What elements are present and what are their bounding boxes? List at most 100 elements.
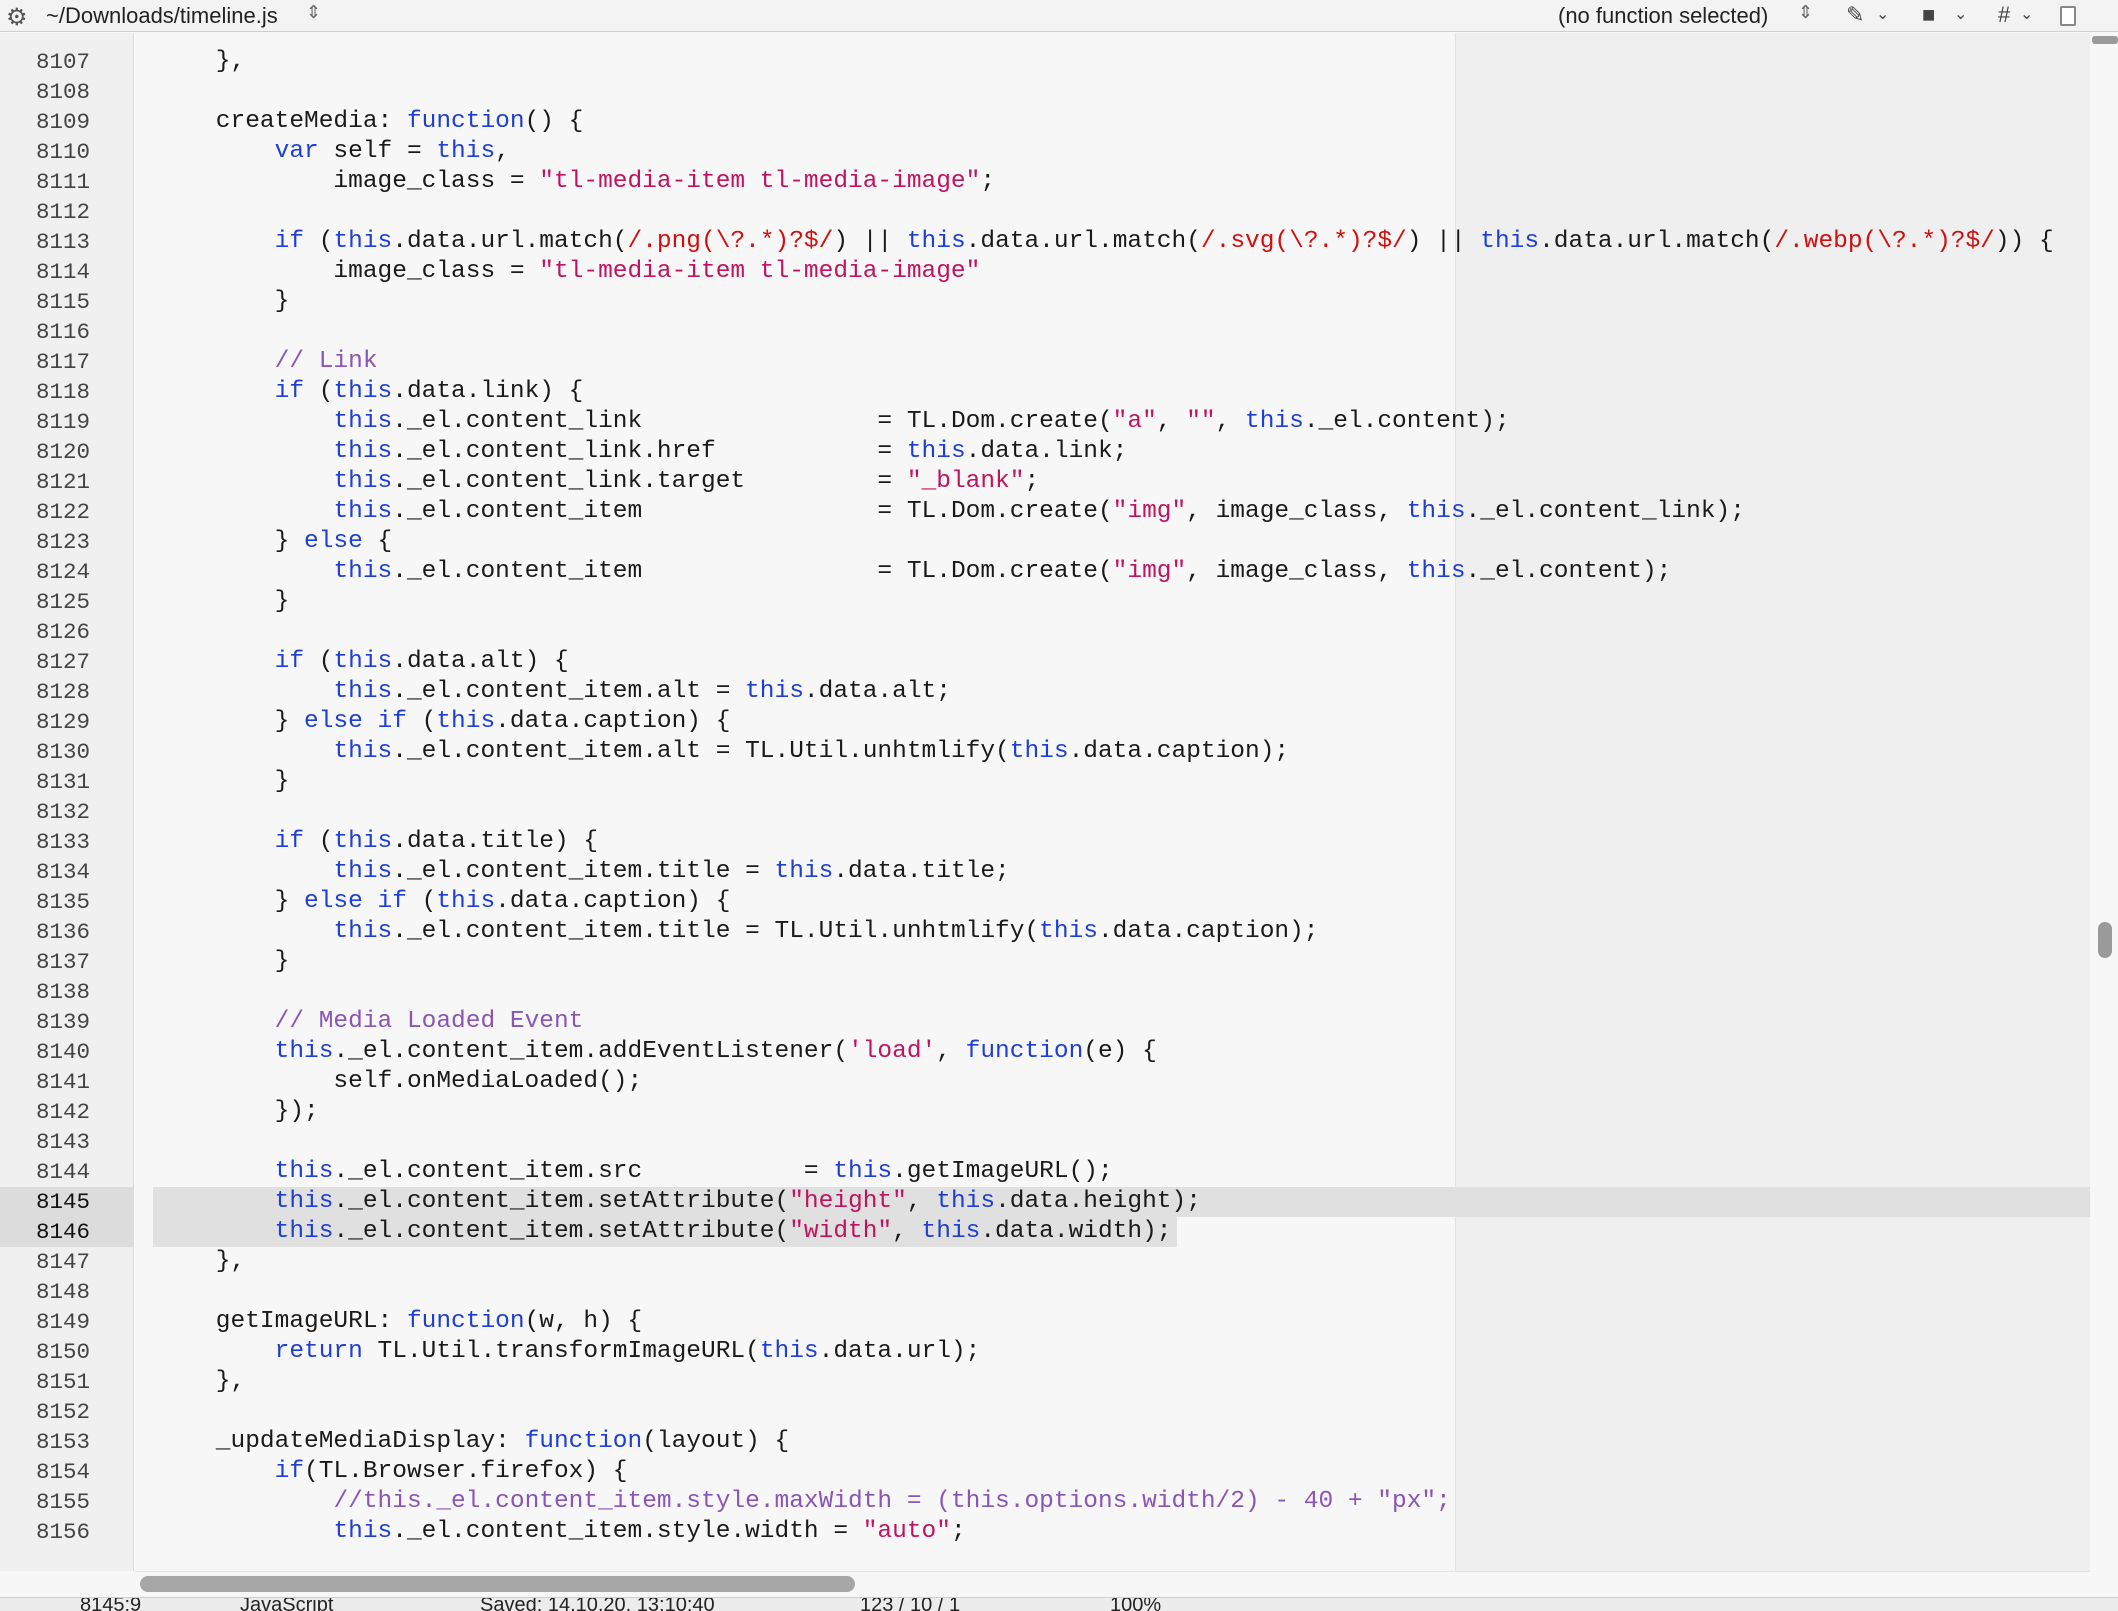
file-path-menu[interactable]: ~/Downloads/timeline.js — [46, 3, 278, 29]
line-number[interactable]: 8122 — [0, 497, 90, 527]
line-number[interactable]: 8119 — [0, 407, 90, 437]
line-number[interactable]: 8107 — [0, 47, 90, 77]
code-line[interactable]: // Media Loaded Event — [157, 1007, 584, 1037]
line-number[interactable]: 8141 — [0, 1067, 90, 1097]
code-line[interactable]: this._el.content_item.title = this.data.… — [157, 857, 1009, 887]
code-line[interactable]: this._el.content_item.alt = TL.Util.unht… — [157, 737, 1289, 767]
code-line[interactable]: } — [157, 947, 290, 977]
line-number[interactable]: 8124 — [0, 557, 90, 587]
line-number[interactable]: 8137 — [0, 947, 90, 977]
line-number[interactable]: 8125 — [0, 587, 90, 617]
line-number[interactable]: 8126 — [0, 617, 90, 647]
line-number[interactable]: 8156 — [0, 1517, 90, 1547]
line-number[interactable]: 8132 — [0, 797, 90, 827]
line-number[interactable]: 8135 — [0, 887, 90, 917]
line-number[interactable]: 8154 — [0, 1457, 90, 1487]
code-line[interactable]: var self = this, — [157, 137, 510, 167]
language-menu[interactable]: JavaScript — [240, 1598, 333, 1611]
line-number[interactable]: 8150 — [0, 1337, 90, 1367]
line-number[interactable]: 8116 — [0, 317, 90, 347]
line-number[interactable]: 8114 — [0, 257, 90, 287]
code-line[interactable]: }); — [157, 1097, 319, 1127]
vertical-scrollbar[interactable] — [2090, 33, 2118, 1571]
line-number[interactable]: 8134 — [0, 857, 90, 887]
code-line[interactable]: if (this.data.link) { — [157, 377, 584, 407]
line-number[interactable]: 8149 — [0, 1307, 90, 1337]
line-number[interactable]: 8110 — [0, 137, 90, 167]
code-line[interactable]: this._el.content_item = TL.Dom.create("i… — [157, 497, 1744, 527]
line-number[interactable]: 8127 — [0, 647, 90, 677]
line-number[interactable]: 8140 — [0, 1037, 90, 1067]
line-number[interactable]: 8153 — [0, 1427, 90, 1457]
code-line[interactable]: this._el.content_link = TL.Dom.create("a… — [157, 407, 1509, 437]
line-number[interactable]: 8142 — [0, 1097, 90, 1127]
line-number[interactable]: 8123 — [0, 527, 90, 557]
chevron-down-icon[interactable]: ⌄ — [1954, 4, 1967, 24]
code-line[interactable]: _updateMediaDisplay: function(layout) { — [157, 1427, 789, 1457]
code-line[interactable]: this._el.content_item.src = this.getImag… — [157, 1157, 1113, 1187]
code-line[interactable]: return TL.Util.transformImageURL(this.da… — [157, 1337, 981, 1367]
code-line[interactable]: } else { — [157, 527, 393, 557]
updown-arrows-icon[interactable]: ⇕ — [306, 2, 321, 23]
code-line[interactable]: this._el.content_item.alt = this.data.al… — [157, 677, 951, 707]
code-line[interactable]: this._el.content_item.setAttribute("heig… — [157, 1187, 1201, 1217]
chevron-down-icon[interactable]: ⌄ — [1876, 4, 1889, 24]
line-number[interactable]: 8139 — [0, 1007, 90, 1037]
line-number[interactable]: 8145 — [0, 1187, 90, 1217]
gear-icon[interactable]: ⚙ — [6, 3, 28, 32]
line-number[interactable]: 8143 — [0, 1127, 90, 1157]
code-line[interactable]: image_class = "tl-media-item tl-media-im… — [157, 167, 995, 197]
code-line[interactable]: createMedia: function() { — [157, 107, 584, 137]
code-line[interactable]: if(TL.Browser.firefox) { — [157, 1457, 628, 1487]
line-number[interactable]: 8144 — [0, 1157, 90, 1187]
code-line[interactable]: this._el.content_item.style.width = "aut… — [157, 1517, 965, 1547]
line-number[interactable]: 8129 — [0, 707, 90, 737]
code-line[interactable]: } — [157, 587, 290, 617]
line-number[interactable]: 8108 — [0, 77, 90, 107]
line-number[interactable]: 8131 — [0, 767, 90, 797]
line-number[interactable]: 8112 — [0, 197, 90, 227]
line-number[interactable]: 8130 — [0, 737, 90, 767]
zoom-level[interactable]: 100% — [1110, 1598, 1161, 1611]
pen-icon[interactable]: ✎ — [1846, 2, 1864, 28]
line-number[interactable]: 8115 — [0, 287, 90, 317]
line-number[interactable]: 8109 — [0, 107, 90, 137]
line-number-gutter[interactable]: 8107 8108 8109 8110 8111 8112 8113 8114 8115 8116… — [0, 33, 134, 1571]
code-line[interactable]: this._el.content_item.title = TL.Util.un… — [157, 917, 1318, 947]
code-line[interactable]: if (this.data.url.match(/.png(\?.*)?$/) … — [157, 227, 2054, 257]
hash-icon[interactable]: # — [1998, 2, 2010, 28]
code-line[interactable]: this._el.content_item.setAttribute("widt… — [157, 1217, 1172, 1247]
line-number[interactable]: 8148 — [0, 1277, 90, 1307]
code-editor[interactable]: }, createMedia: function() { var self = … — [135, 33, 2090, 1571]
code-line[interactable]: self.onMediaLoaded(); — [157, 1067, 642, 1097]
line-number[interactable]: 8133 — [0, 827, 90, 857]
code-line[interactable]: if (this.data.alt) { — [157, 647, 569, 677]
line-number[interactable]: 8152 — [0, 1397, 90, 1427]
line-number[interactable]: 8120 — [0, 437, 90, 467]
line-number[interactable]: 8155 — [0, 1487, 90, 1517]
document-icon[interactable] — [2060, 6, 2076, 26]
code-line[interactable]: }, — [157, 1367, 245, 1397]
code-line[interactable]: this._el.content_item = TL.Dom.create("i… — [157, 557, 1671, 587]
code-line[interactable]: this._el.content_link.href = this.data.l… — [157, 437, 1127, 467]
line-number[interactable]: 8113 — [0, 227, 90, 257]
updown-arrows-icon[interactable]: ⇕ — [1798, 2, 1813, 23]
line-number[interactable]: 8151 — [0, 1367, 90, 1397]
function-menu[interactable]: (no function selected) — [1558, 3, 1768, 29]
code-line[interactable]: } else if (this.data.caption) { — [157, 887, 731, 917]
cursor-position[interactable]: 8145:9 — [80, 1598, 141, 1611]
code-line[interactable]: getImageURL: function(w, h) { — [157, 1307, 642, 1337]
square-icon[interactable]: ■ — [1922, 2, 1935, 28]
code-line[interactable]: image_class = "tl-media-item tl-media-im… — [157, 257, 980, 287]
line-number[interactable]: 8147 — [0, 1247, 90, 1277]
code-line[interactable]: // Link — [157, 347, 378, 377]
line-number[interactable]: 8117 — [0, 347, 90, 377]
vertical-scroll-thumb[interactable] — [2098, 922, 2112, 958]
code-line[interactable]: }, — [157, 47, 245, 77]
line-number[interactable]: 8118 — [0, 377, 90, 407]
code-line[interactable]: } — [157, 767, 290, 797]
chevron-down-icon[interactable]: ⌄ — [2020, 4, 2033, 24]
code-line[interactable]: this._el.content_item.addEventListener('… — [157, 1037, 1157, 1067]
line-number[interactable]: 8136 — [0, 917, 90, 947]
code-line[interactable]: if (this.data.title) { — [157, 827, 598, 857]
